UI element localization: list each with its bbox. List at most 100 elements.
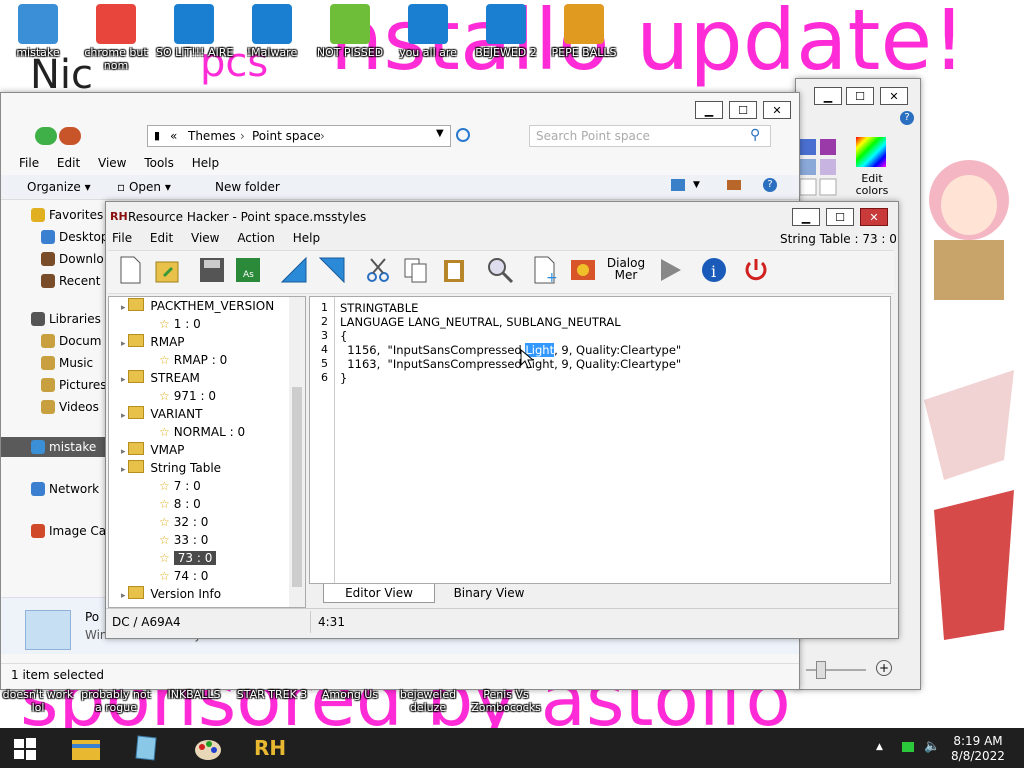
copy-icon[interactable] [398,251,434,289]
breadcrumb-overflow[interactable]: « [170,129,177,143]
go-icon[interactable] [314,251,350,289]
minimize-button[interactable]: ▁ [814,87,842,105]
resource-hacker-taskbar-icon[interactable]: RH [254,734,290,762]
view-options-icon[interactable] [671,179,685,191]
tree-item[interactable]: ☆ RMAP : 0 [109,351,227,369]
nav-item[interactable]: Favorites [1,205,107,225]
open-file-icon[interactable] [150,251,186,289]
expand-icon[interactable]: ▸ [121,447,128,457]
desktop-icon[interactable]: NOT PISSED [312,0,388,59]
nav-item[interactable]: Pictures [1,375,107,395]
menu-edit[interactable]: Edit [150,231,173,245]
tree-item[interactable]: ☆ 33 : 0 [109,531,208,549]
save-icon[interactable] [194,251,230,289]
nav-item[interactable]: Network [1,479,107,499]
edit-colors-button[interactable]: Edit colors [852,173,892,197]
new-folder-button[interactable]: New folder [215,180,280,194]
code-line[interactable]: 1163, "InputSansCompressed Light, 9, Qua… [340,357,681,371]
expand-icon[interactable]: ▸ [121,591,128,601]
tree-folder[interactable]: ▸ VMAP [109,441,184,459]
open-button[interactable]: ▫ Open ▾ [117,180,171,194]
tree-item[interactable]: ☆ 1 : 0 [109,315,201,333]
organize-button[interactable]: Organize ▾ [27,180,91,194]
minimize-button[interactable]: ▁ [792,208,820,226]
back-icon[interactable] [35,127,57,145]
code-editor[interactable]: 1 STRINGTABLE 2 LANGUAGE LANG_NEUTRAL, SUBL… [309,296,891,584]
close-button[interactable]: ✕ [880,87,908,105]
add-image-icon[interactable] [566,251,602,289]
forward-icon[interactable] [59,127,81,145]
resource-hacker-window[interactable]: RH Resource Hacker - Point space.msstyle… [105,201,899,639]
edit-colors-icon[interactable] [856,137,886,167]
expand-icon[interactable]: ▸ [121,375,128,385]
info-icon[interactable]: i [696,251,732,289]
tree-folder[interactable]: ▸ PACKTHEM_VERSION [109,297,274,315]
menu-tools[interactable]: Tools [144,156,174,170]
compile-icon[interactable] [276,251,312,289]
nav-item[interactable]: Downlo [1,249,107,269]
add-resource-icon[interactable]: + [528,251,564,289]
dialog-menu-button[interactable]: Dialog Mer [604,251,648,295]
desktop-icon[interactable]: STAR TREK 3 [234,688,310,701]
code-line[interactable]: { [340,329,347,343]
menu-help[interactable]: Help [192,156,219,170]
new-file-icon[interactable] [112,251,148,289]
code-line[interactable]: } [340,371,347,385]
menu-edit[interactable]: Edit [57,156,80,170]
zoom-slider[interactable]: + [796,657,920,681]
desktop-icon[interactable]: doesn't work lol [0,688,76,714]
paste-icon[interactable] [436,251,472,289]
code-line[interactable]: 1156, "InputSansCompressed Light, 9, Qua… [340,343,681,357]
desktop-icon[interactable]: PEPE BALLS [546,0,622,59]
preview-pane-icon[interactable] [727,180,741,190]
nav-item[interactable]: Music [1,353,107,373]
menu-view[interactable]: View [191,231,219,245]
chevron-up-icon[interactable]: ▲ [876,742,883,752]
desktop-icon[interactable]: BEJEWED 2 [468,0,544,59]
nav-item[interactable]: Recent [1,271,107,291]
desktop-icon[interactable]: chrome but nom [78,0,154,72]
expand-icon[interactable]: ▸ [121,303,128,313]
tree-folder[interactable]: ▸ VARIANT [109,405,202,423]
search-icon[interactable] [482,251,518,289]
tab-binary-view[interactable]: Binary View [439,584,539,602]
maximize-button[interactable]: ☐ [846,87,874,105]
file-explorer-taskbar-icon[interactable] [70,734,102,762]
nav-buttons[interactable] [35,127,83,145]
tree-folder[interactable]: ▸ Version Info [109,585,221,603]
tree-item[interactable]: ☆ 32 : 0 [109,513,208,531]
chevron-down-icon[interactable]: ▼ [693,180,700,190]
nav-item[interactable]: Videos [1,397,107,417]
tree-folder[interactable]: ▸ RMAP [109,333,185,351]
menu-file[interactable]: File [19,156,39,170]
start-button[interactable] [14,738,36,760]
tree-item[interactable]: ☆ 8 : 0 [109,495,201,513]
tree-item[interactable]: ☆ 74 : 0 [109,567,208,585]
search-icon[interactable]: ⚲ [750,127,760,143]
tree-item[interactable]: ☆ 7 : 0 [109,477,201,495]
save-as-icon[interactable]: As [230,251,266,289]
menu-action[interactable]: Action [237,231,275,245]
menu-file[interactable]: File [112,231,132,245]
desktop-icon[interactable]: Among Us [312,688,388,701]
clock[interactable]: 8:19 AM 8/8/2022 [948,734,1008,764]
tab-editor-view[interactable]: Editor View [323,584,435,603]
resource-tree[interactable]: ▸ PACKTHEM_VERSION ☆ 1 : 0 ▸ RMAP ☆ RMAP : 0 ▸… [108,296,306,608]
address-bar[interactable]: ▮ « Themes › Point space › ▼ [147,125,451,147]
close-button[interactable]: ✕ [860,208,888,226]
breadcrumb-themes[interactable]: Themes [188,129,236,143]
search-input[interactable]: Search Point space ⚲ [529,125,771,147]
code-line[interactable]: LANGUAGE LANG_NEUTRAL, SUBLANG_NEUTRAL [340,315,621,329]
tree-item[interactable]: ☆ 73 : 0 [109,549,217,567]
desktop-icon[interactable]: Penis Vs Zombococks [468,688,544,714]
refresh-icon[interactable] [453,125,473,145]
play-icon[interactable] [652,251,688,289]
volume-icon[interactable]: 🔈 [924,739,940,754]
nav-item[interactable]: Docum [1,331,107,351]
battery-icon[interactable] [902,742,914,752]
nav-item[interactable]: Image Ca [1,521,107,541]
tree-folder[interactable]: ▸ STREAM [109,369,200,387]
tree-item[interactable]: ☆ NORMAL : 0 [109,423,245,441]
tree-folder[interactable]: ▸ String Table [109,459,221,477]
breadcrumb-point-space[interactable]: Point space [252,129,321,143]
